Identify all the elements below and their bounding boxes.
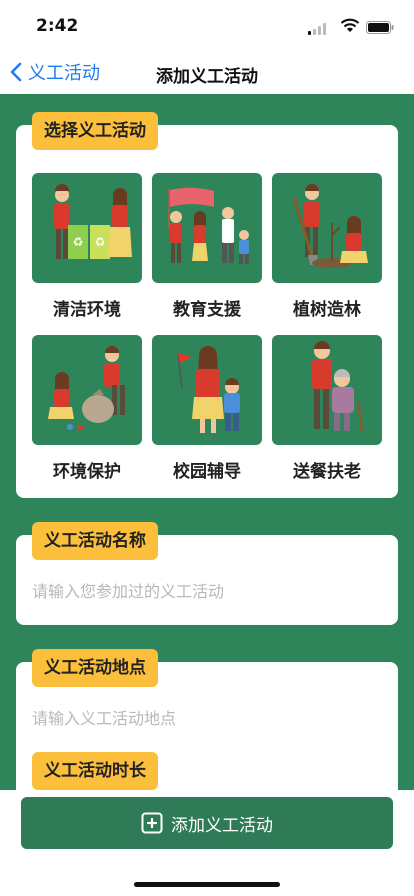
main-content: 选择义工活动 ♻ ♻ 清洁环境 教育支援 植树造林 环境保护 校园辅导 送餐扶老… [0,94,414,896]
navigation-bar: 义工活动 添加义工活动 [0,50,414,94]
activity-label: 送餐扶老 [293,462,361,482]
activity-option-cleaning[interactable]: ♻ ♻ 清洁环境 [32,173,142,320]
recycling-illustration-icon: ♻ ♻ [32,173,142,283]
activity-option-elderly-meals[interactable]: 送餐扶老 [272,335,382,482]
add-activity-button[interactable]: 添加义工活动 [21,797,393,849]
activity-option-environmental[interactable]: 环境保护 [32,335,142,482]
activity-label: 环境保护 [53,462,121,482]
battery-icon [366,19,394,38]
activity-select-card: 选择义工活动 ♻ ♻ 清洁环境 教育支援 植树造林 环境保护 校园辅导 送餐扶老 [16,112,398,498]
elderly-care-illustration-icon [272,335,382,445]
add-activity-label: 添加义工活动 [171,815,273,836]
campus-flag-illustration-icon [152,335,262,445]
activity-name-input[interactable]: 请输入您参加过的义工活动 [32,578,224,602]
activity-name-card: 义工活动名称 请输入您参加过的义工活动 [16,522,398,625]
tree-planting-illustration-icon [272,173,382,283]
litter-pickup-illustration-icon [32,335,142,445]
activity-location-input[interactable]: 请输入义工活动地点 [32,705,176,729]
activity-name-tag: 义工活动名称 [32,522,158,560]
status-time: 2:42 [36,16,79,36]
wifi-icon [340,18,360,37]
activity-duration-tag: 义工活动时长 [32,752,158,790]
cellular-signal-icon [308,20,328,39]
plus-square-icon [141,812,163,834]
select-activity-tag: 选择义工活动 [32,112,158,150]
home-indicator [134,882,280,887]
activity-option-campus-tutoring[interactable]: 校园辅导 [152,335,262,482]
activity-label: 教育支援 [173,300,241,320]
education-illustration-icon [152,173,262,283]
page-title: 添加义工活动 [156,67,258,87]
activity-option-education[interactable]: 教育支援 [152,173,262,320]
activity-label: 校园辅导 [173,462,241,482]
activity-option-tree-planting[interactable]: 植树造林 [272,173,382,320]
svg-text:♻: ♻ [73,235,84,249]
activity-label: 清洁环境 [53,300,121,320]
svg-text:♻: ♻ [95,235,106,249]
activity-location-tag: 义工活动地点 [32,649,158,687]
status-bar: 2:42 [0,0,414,50]
activity-label: 植树造林 [293,300,361,320]
